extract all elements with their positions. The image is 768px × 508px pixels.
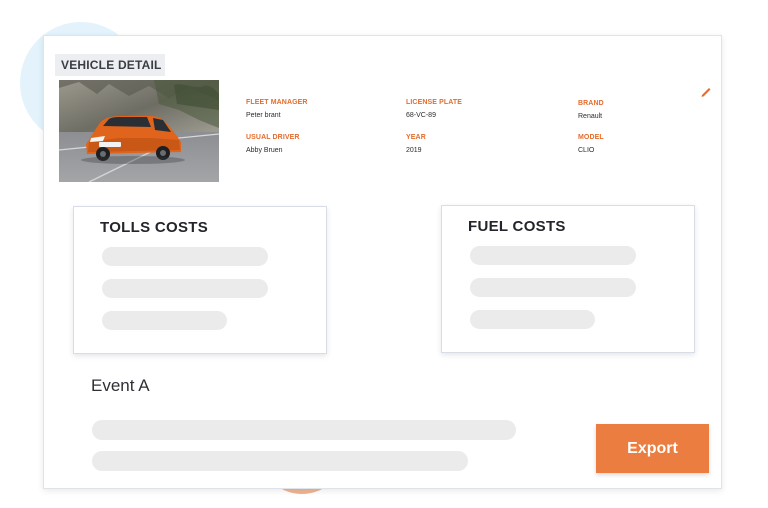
- year-field: YEAR 2019: [406, 134, 426, 154]
- placeholder-bar: [470, 246, 636, 265]
- fleet-manager-field: FLEET MANAGER Peter brant: [246, 99, 308, 119]
- pencil-icon[interactable]: [699, 84, 713, 98]
- placeholder-bar: [102, 247, 268, 266]
- brand-field: BRAND Renault: [578, 100, 604, 120]
- tolls-costs-panel: TOLLS COSTS: [73, 206, 327, 354]
- fuel-costs-panel: FUEL COSTS: [441, 205, 695, 353]
- model-value: CLIO: [578, 147, 595, 154]
- fleet-manager-label: FLEET MANAGER: [246, 99, 308, 106]
- usual-driver-value: Abby Bruen: [246, 147, 283, 154]
- page-title: VEHICLE DETAIL: [55, 54, 165, 76]
- license-plate-label: LICENSE PLATE: [406, 99, 463, 106]
- fleet-manager-value: Peter brant: [246, 112, 281, 119]
- tolls-costs-title: TOLLS COSTS: [100, 219, 209, 236]
- license-plate-field: LICENSE PLATE 68-VC-89: [406, 99, 462, 119]
- placeholder-bar: [92, 420, 516, 440]
- placeholder-bar: [470, 310, 595, 329]
- vehicle-detail-card: VEHICLE DETAIL FLEET MANAGER Peter brant…: [43, 35, 722, 489]
- vehicle-photo: [59, 80, 219, 182]
- fuel-costs-title: FUEL COSTS: [468, 218, 566, 235]
- placeholder-bar: [92, 451, 468, 471]
- usual-driver-label: USUAL DRIVER: [246, 134, 300, 141]
- placeholder-bar: [102, 279, 268, 298]
- year-value: 2019: [406, 147, 422, 154]
- model-label: MODEL: [578, 134, 604, 141]
- car-image: [59, 80, 219, 182]
- license-plate-value: 68-VC-89: [406, 112, 436, 119]
- event-title: Event A: [91, 376, 150, 395]
- model-field: MODEL CLIO: [578, 134, 604, 154]
- placeholder-bar: [470, 278, 636, 297]
- export-button[interactable]: Export: [596, 424, 709, 473]
- placeholder-bar: [102, 311, 227, 330]
- year-label: YEAR: [406, 134, 426, 141]
- usual-driver-field: USUAL DRIVER Abby Bruen: [246, 134, 300, 154]
- brand-label: BRAND: [578, 100, 604, 107]
- brand-value: Renault: [578, 113, 603, 120]
